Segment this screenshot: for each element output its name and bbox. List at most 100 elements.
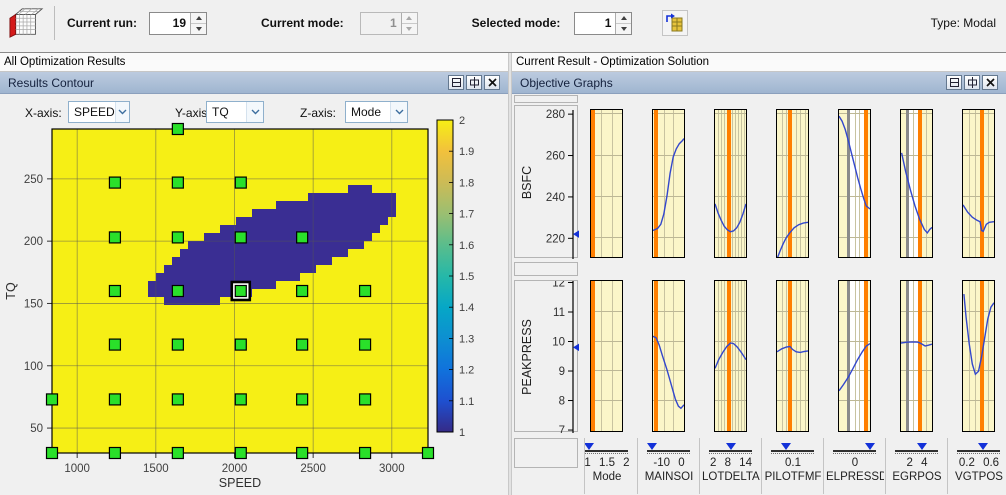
contour-marker[interactable]: [108, 176, 122, 189]
param-slider-mainsoi[interactable]: [647, 450, 690, 452]
results-contour-plot[interactable]: 1000 1500 2000 2500 3000 50 100 150 200 250 SPEED T…: [0, 94, 508, 495]
current-value-line[interactable]: [591, 281, 595, 431]
minor-gridline: [591, 310, 622, 312]
param-slider-thumb-egrpos[interactable]: [916, 443, 927, 450]
contour-marker[interactable]: [296, 231, 309, 244]
contour-marker[interactable]: [358, 446, 372, 460]
contour-marker[interactable]: [171, 176, 184, 189]
contour-marker[interactable]: [296, 393, 309, 406]
param-slider-thumb-pilotfmf[interactable]: [781, 443, 792, 450]
contour-marker[interactable]: [108, 446, 122, 460]
right-panel-header: Current Result - Optimization Solution: [512, 53, 1006, 72]
contour-marker[interactable]: [296, 446, 309, 460]
contour-marker[interactable]: [296, 284, 309, 298]
solution-value-marker: [573, 229, 581, 240]
strip-mode-peakpress[interactable]: [590, 280, 623, 432]
close-icon: [985, 78, 995, 87]
strip-elpressde-peakpress[interactable]: [838, 280, 871, 432]
spin-down-button[interactable]: [191, 22, 206, 34]
strip-egrpos-bsfc[interactable]: [900, 109, 933, 258]
minor-gridline: [591, 370, 622, 372]
undock-button[interactable]: [466, 75, 482, 90]
strip-lotdeltas-peakpress[interactable]: [714, 280, 747, 432]
svg-text:10: 10: [552, 337, 565, 349]
spin-up-button[interactable]: [191, 12, 206, 23]
spin-up-button[interactable]: [616, 12, 632, 23]
contour-marker[interactable]: [234, 393, 247, 406]
peakpress-axis: 7 8 9 10 11 12 PEAKPRESS: [514, 277, 581, 437]
param-slider-thumb-mainsoi[interactable]: [647, 443, 658, 450]
contour-marker[interactable]: [296, 338, 309, 351]
param-tick-labels: 1 1.5 2: [584, 457, 630, 469]
contour-marker[interactable]: [171, 231, 184, 244]
param-tick-labels: -10 0: [653, 457, 685, 469]
close-button[interactable]: [484, 75, 500, 90]
minor-gridline: [591, 113, 622, 115]
close-button[interactable]: [982, 75, 998, 90]
contour-marker[interactable]: [45, 393, 59, 406]
contour-marker[interactable]: [358, 284, 372, 298]
svg-text:11: 11: [553, 307, 565, 319]
row-label-bsfc: BSFC: [520, 166, 534, 199]
contour-marker[interactable]: [171, 122, 184, 136]
param-slider-egrpos[interactable]: [895, 450, 938, 452]
objective-curve: [653, 138, 684, 232]
selected-mode-spinner[interactable]: 1: [574, 11, 633, 35]
strip-pilotfmf-peakpress[interactable]: [776, 280, 809, 432]
strip-mainsoi-peakpress[interactable]: [652, 280, 685, 432]
contour-marker[interactable]: [171, 393, 184, 406]
strip-vgtpos-peakpress[interactable]: [962, 280, 995, 432]
param-slider-thumb-mode[interactable]: [584, 443, 595, 450]
svg-text:250: 250: [24, 174, 43, 186]
contour-marker[interactable]: [171, 284, 184, 298]
contour-marker-selected[interactable]: [234, 284, 247, 298]
strip-mainsoi-bsfc[interactable]: [652, 109, 685, 258]
strip-elpressde-bsfc[interactable]: [838, 109, 871, 258]
param-slider-thumb-lotdeltas[interactable]: [725, 443, 736, 450]
undock-button[interactable]: [964, 75, 980, 90]
param-slider-mode[interactable]: [585, 450, 628, 452]
contour-marker[interactable]: [108, 338, 122, 351]
split-view-button[interactable]: [448, 75, 464, 90]
solution-value-marker: [573, 342, 581, 353]
contour-marker[interactable]: [45, 446, 59, 460]
contour-marker[interactable]: [234, 231, 247, 244]
strip-vgtpos-bsfc[interactable]: [962, 109, 995, 258]
contour-marker[interactable]: [234, 338, 247, 351]
param-slider-lotdeltas[interactable]: [709, 450, 752, 452]
current-run-spinner[interactable]: 19: [149, 11, 207, 35]
column-separator: [947, 438, 948, 494]
selected-mode-value[interactable]: 1: [575, 13, 615, 34]
contour-marker[interactable]: [234, 446, 247, 460]
contour-marker[interactable]: [358, 393, 372, 406]
objective-curve: [963, 294, 994, 376]
contour-marker[interactable]: [108, 284, 122, 298]
strip-mode-bsfc[interactable]: [590, 109, 623, 258]
contour-marker[interactable]: [234, 176, 247, 189]
param-slider-vgtpos[interactable]: [957, 450, 1000, 452]
split-view-button[interactable]: [946, 75, 962, 90]
svg-text:1.5: 1.5: [459, 271, 474, 283]
contour-marker[interactable]: [171, 338, 184, 351]
svg-text:1.8: 1.8: [459, 177, 474, 189]
close-icon: [487, 78, 497, 87]
strip-egrpos-peakpress[interactable]: [900, 280, 933, 432]
fill-tables-button[interactable]: [662, 10, 689, 36]
param-slider-thumb-elpressde[interactable]: [864, 443, 875, 450]
param-slider-elpressde[interactable]: [833, 450, 876, 452]
strip-pilotfmf-bsfc[interactable]: [776, 109, 809, 258]
param-tick-labels: 0: [851, 457, 859, 469]
contour-marker[interactable]: [108, 393, 122, 406]
minor-gridline: [591, 399, 622, 401]
param-slider-thumb-vgtpos[interactable]: [977, 443, 988, 450]
strip-lotdeltas-bsfc[interactable]: [714, 109, 747, 258]
contour-marker[interactable]: [171, 446, 184, 460]
current-run-value[interactable]: 19: [150, 13, 190, 34]
contour-marker[interactable]: [421, 446, 435, 460]
param-slider-pilotfmf[interactable]: [771, 450, 814, 452]
spin-down-button[interactable]: [616, 22, 632, 34]
contour-marker[interactable]: [108, 231, 122, 244]
column-separator: [699, 438, 700, 494]
contour-marker[interactable]: [358, 338, 372, 351]
current-value-line[interactable]: [591, 110, 595, 257]
